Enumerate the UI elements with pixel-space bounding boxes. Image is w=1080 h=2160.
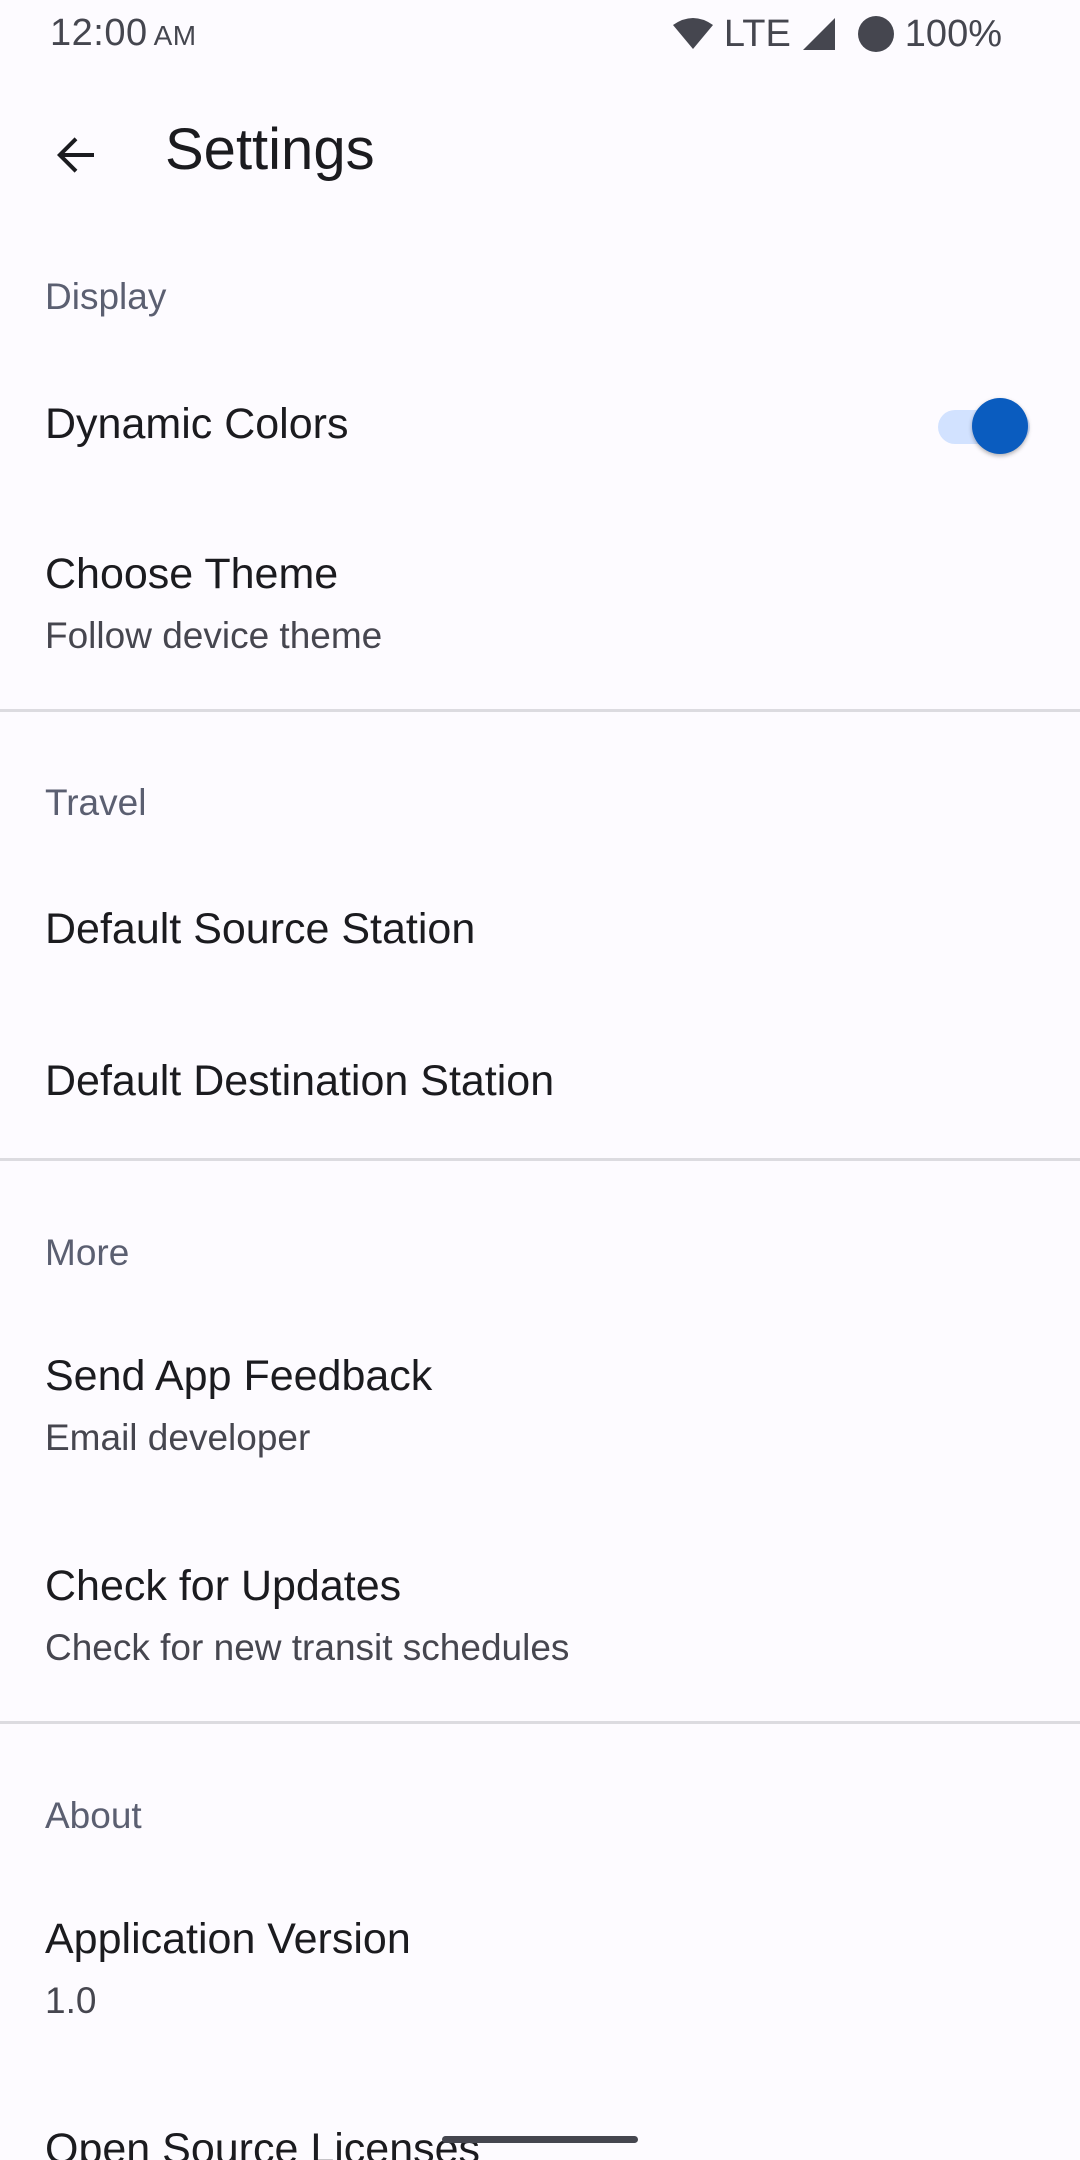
- wifi-icon: [672, 17, 714, 51]
- arrow-back-icon: [52, 131, 100, 184]
- status-icons: LTE 100%: [672, 10, 1002, 58]
- pref-default-destination-station[interactable]: Default Destination Station: [0, 1020, 1080, 1150]
- signal-icon: [801, 16, 837, 52]
- network-type-label: LTE: [723, 12, 791, 55]
- pref-check-for-updates-summary: Check for new transit schedules: [45, 1627, 570, 1668]
- pref-application-version[interactable]: Application Version 1.0: [0, 1893, 1080, 2053]
- pref-send-app-feedback-summary: Email developer: [45, 1417, 311, 1458]
- switch-thumb: [972, 398, 1028, 454]
- settings-screen: 12:00 AM LTE 100% Settings Display Dynam…: [0, 0, 1080, 2160]
- back-button[interactable]: [36, 117, 116, 197]
- page-title: Settings: [165, 117, 375, 182]
- status-time: 12:00 AM: [50, 12, 197, 55]
- section-divider: [0, 709, 1080, 712]
- pref-choose-theme-title: Choose Theme: [45, 550, 339, 598]
- pref-open-source-licenses-title: Open Source Licenses: [45, 2125, 481, 2160]
- section-divider: [0, 1158, 1080, 1161]
- pref-send-app-feedback-title: Send App Feedback: [45, 1352, 433, 1400]
- pref-dynamic-colors-title: Dynamic Colors: [45, 400, 349, 448]
- section-header-display: Display: [45, 276, 167, 317]
- app-bar: Settings: [0, 80, 1080, 228]
- pref-application-version-title: Application Version: [45, 1915, 411, 1963]
- pref-send-app-feedback[interactable]: Send App Feedback Email developer: [0, 1330, 1080, 1490]
- pref-default-source-station[interactable]: Default Source Station: [0, 870, 1080, 1000]
- status-time-ampm: AM: [153, 20, 197, 51]
- pref-check-for-updates-title: Check for Updates: [45, 1562, 402, 1610]
- pref-choose-theme-summary: Follow device theme: [45, 615, 383, 656]
- battery-percentage: 100%: [904, 12, 1002, 55]
- status-bar: 12:00 AM LTE 100%: [0, 0, 1080, 68]
- gesture-handle[interactable]: [442, 2136, 638, 2143]
- dynamic-colors-switch[interactable]: [938, 398, 1030, 454]
- pref-open-source-licenses[interactable]: Open Source Licenses: [0, 2100, 1080, 2160]
- section-header-travel: Travel: [45, 782, 147, 823]
- section-header-more: More: [45, 1232, 130, 1273]
- pref-choose-theme[interactable]: Choose Theme Follow device theme: [0, 520, 1080, 680]
- pref-check-for-updates[interactable]: Check for Updates Check for new transit …: [0, 1540, 1080, 1700]
- pref-dynamic-colors[interactable]: Dynamic Colors: [0, 360, 1080, 490]
- status-time-value: 12:00: [50, 12, 148, 54]
- pref-application-version-summary: 1.0: [45, 1980, 97, 2021]
- section-header-about: About: [45, 1795, 142, 1836]
- battery-icon: [857, 15, 895, 53]
- section-divider: [0, 1721, 1080, 1724]
- pref-default-destination-station-title: Default Destination Station: [45, 1057, 555, 1105]
- pref-default-source-station-title: Default Source Station: [45, 905, 476, 953]
